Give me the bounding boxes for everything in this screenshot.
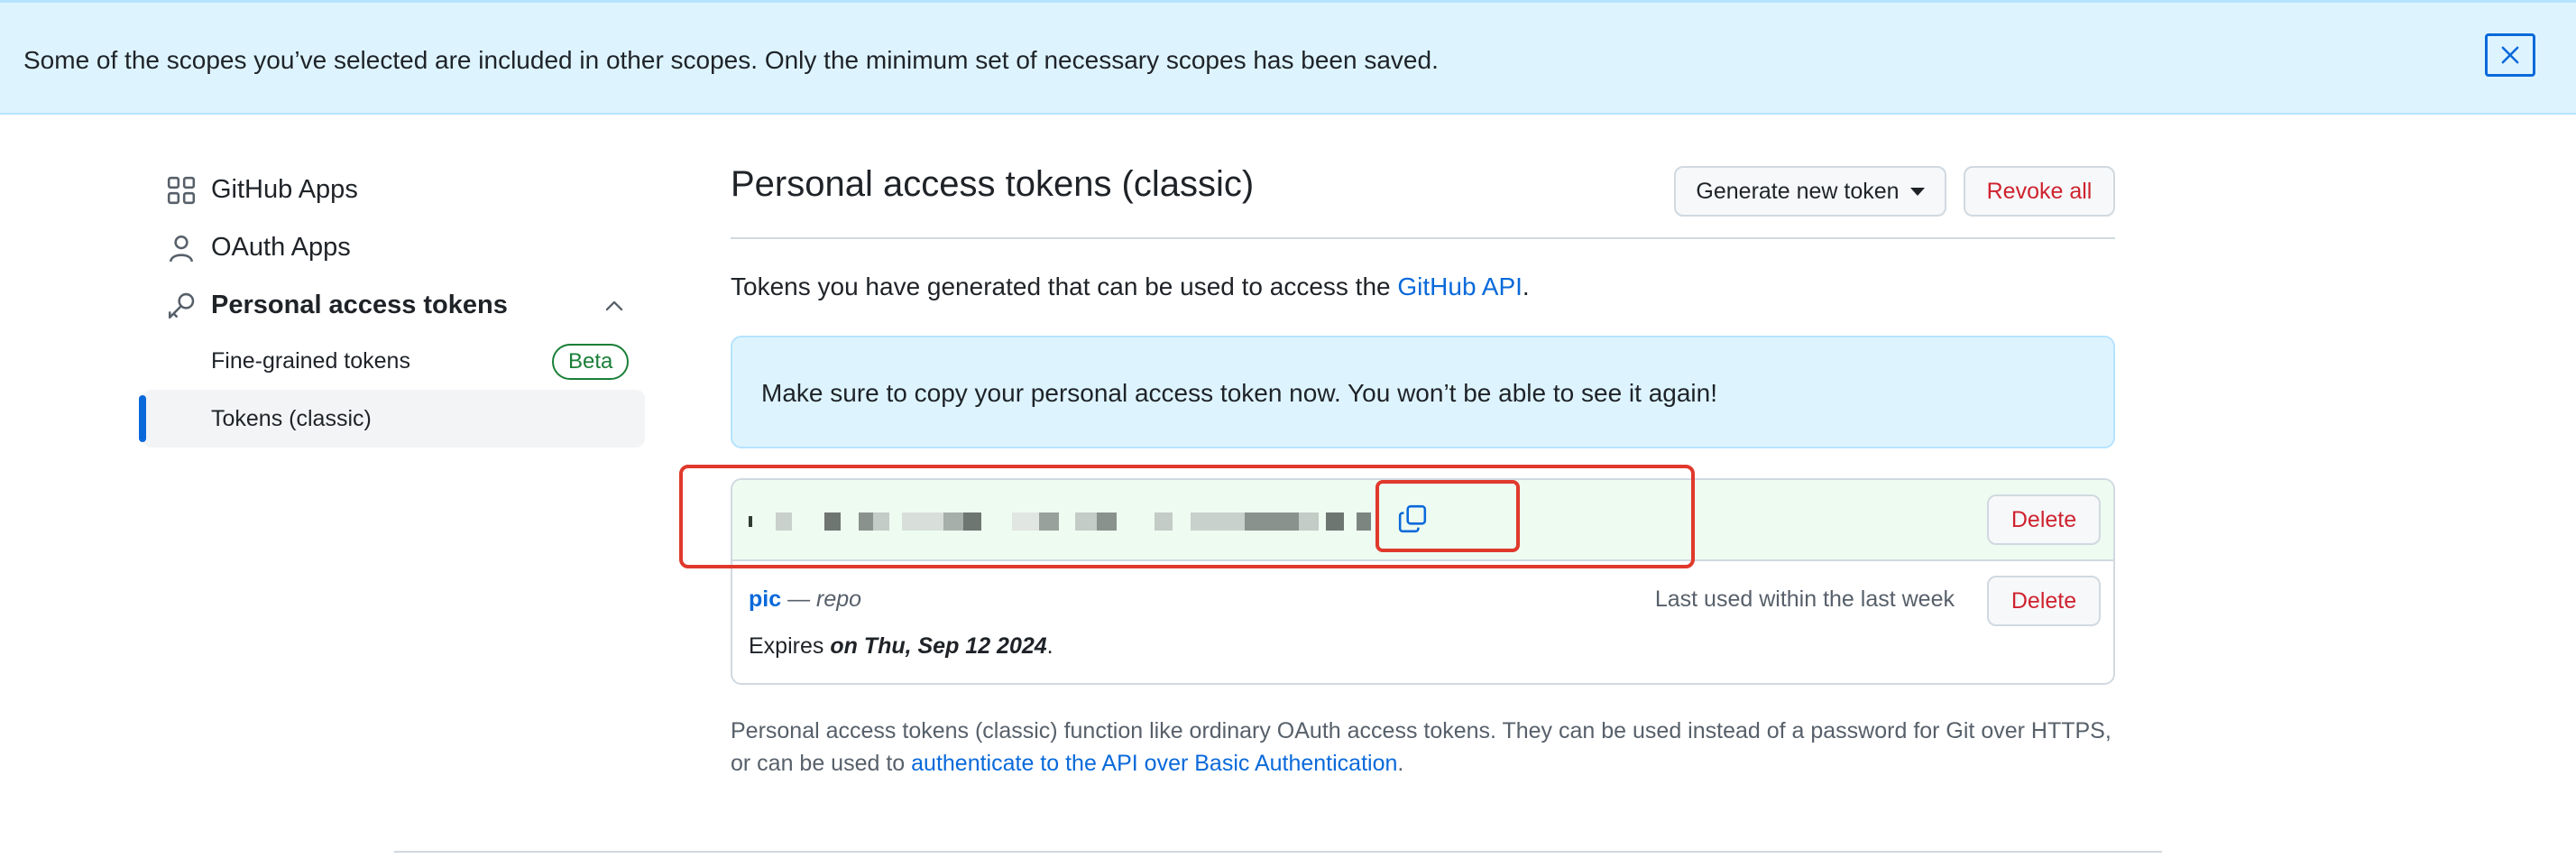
github-api-link[interactable]: GitHub API bbox=[1397, 272, 1523, 300]
generate-new-token-label: Generate new token bbox=[1696, 178, 1900, 204]
footnote-text: Personal access tokens (classic) functio… bbox=[731, 715, 2115, 780]
footer-divider bbox=[394, 851, 2162, 853]
beta-badge: Beta bbox=[552, 344, 630, 380]
x-icon bbox=[2501, 46, 2519, 64]
token-expiry: Expires on Thu, Sep 12 2024. bbox=[749, 633, 1053, 660]
token-last-used: Last used within the last week bbox=[1654, 586, 1955, 612]
token-name-link[interactable]: pic bbox=[749, 586, 781, 612]
annotation-highlight-token bbox=[679, 465, 1695, 568]
page-title: Personal access tokens (classic) bbox=[731, 164, 1255, 204]
token-separator: — bbox=[781, 586, 817, 612]
intro-prefix: Tokens you have generated that can be us… bbox=[731, 272, 1398, 300]
expires-date: on Thu, Sep 12 2024 bbox=[830, 633, 1047, 659]
sidebar-subitem-label: Fine-grained tokens bbox=[211, 347, 410, 374]
token-scope: repo bbox=[816, 586, 862, 612]
person-icon bbox=[170, 235, 193, 263]
sidebar-item-personal-access-tokens[interactable]: Personal access tokens bbox=[135, 278, 645, 332]
apps-grid-icon bbox=[167, 176, 196, 205]
chevron-up-icon[interactable] bbox=[603, 294, 626, 318]
flash-message: Some of the scopes you’ve selected are i… bbox=[23, 46, 1439, 74]
flash-close-button[interactable] bbox=[2485, 33, 2535, 77]
generate-new-token-button[interactable]: Generate new token bbox=[1674, 166, 1946, 217]
sidebar-subitem-fine-grained-tokens[interactable]: Fine-grained tokens Beta bbox=[135, 334, 645, 388]
delete-new-token-button[interactable]: Delete bbox=[1987, 494, 2101, 545]
title-divider bbox=[731, 237, 2115, 239]
expires-suffix: . bbox=[1046, 633, 1053, 659]
revoke-all-button[interactable]: Revoke all bbox=[1964, 166, 2115, 217]
token-name-line: pic — repo bbox=[749, 586, 861, 613]
sidebar-item-github-apps[interactable]: GitHub Apps bbox=[135, 162, 645, 217]
intro-text: Tokens you have generated that can be us… bbox=[731, 272, 1530, 301]
sidebar-item-oauth-apps[interactable]: OAuth Apps bbox=[135, 220, 645, 274]
flash-banner: Some of the scopes you’ve selected are i… bbox=[0, 0, 2576, 115]
sidebar-item-label: Personal access tokens bbox=[211, 290, 508, 319]
sidebar-subitem-label: Tokens (classic) bbox=[211, 405, 372, 431]
basic-auth-link[interactable]: authenticate to the API over Basic Authe… bbox=[911, 751, 1397, 776]
delete-token-button[interactable]: Delete bbox=[1987, 576, 2101, 626]
key-icon bbox=[168, 292, 195, 319]
sidebar-item-label: GitHub Apps bbox=[211, 174, 358, 204]
expires-prefix: Expires bbox=[749, 633, 831, 659]
annotation-highlight-copy bbox=[1375, 480, 1520, 552]
footnote-suffix: . bbox=[1397, 751, 1404, 776]
sidebar-item-label: OAuth Apps bbox=[211, 232, 351, 262]
copy-token-notice: Make sure to copy your personal access t… bbox=[731, 336, 2115, 448]
intro-suffix: . bbox=[1522, 272, 1530, 300]
caret-down-icon bbox=[1909, 187, 1925, 196]
sidebar-subitem-tokens-classic[interactable]: Tokens (classic) bbox=[135, 392, 645, 446]
notice-text: Make sure to copy your personal access t… bbox=[761, 379, 1717, 407]
